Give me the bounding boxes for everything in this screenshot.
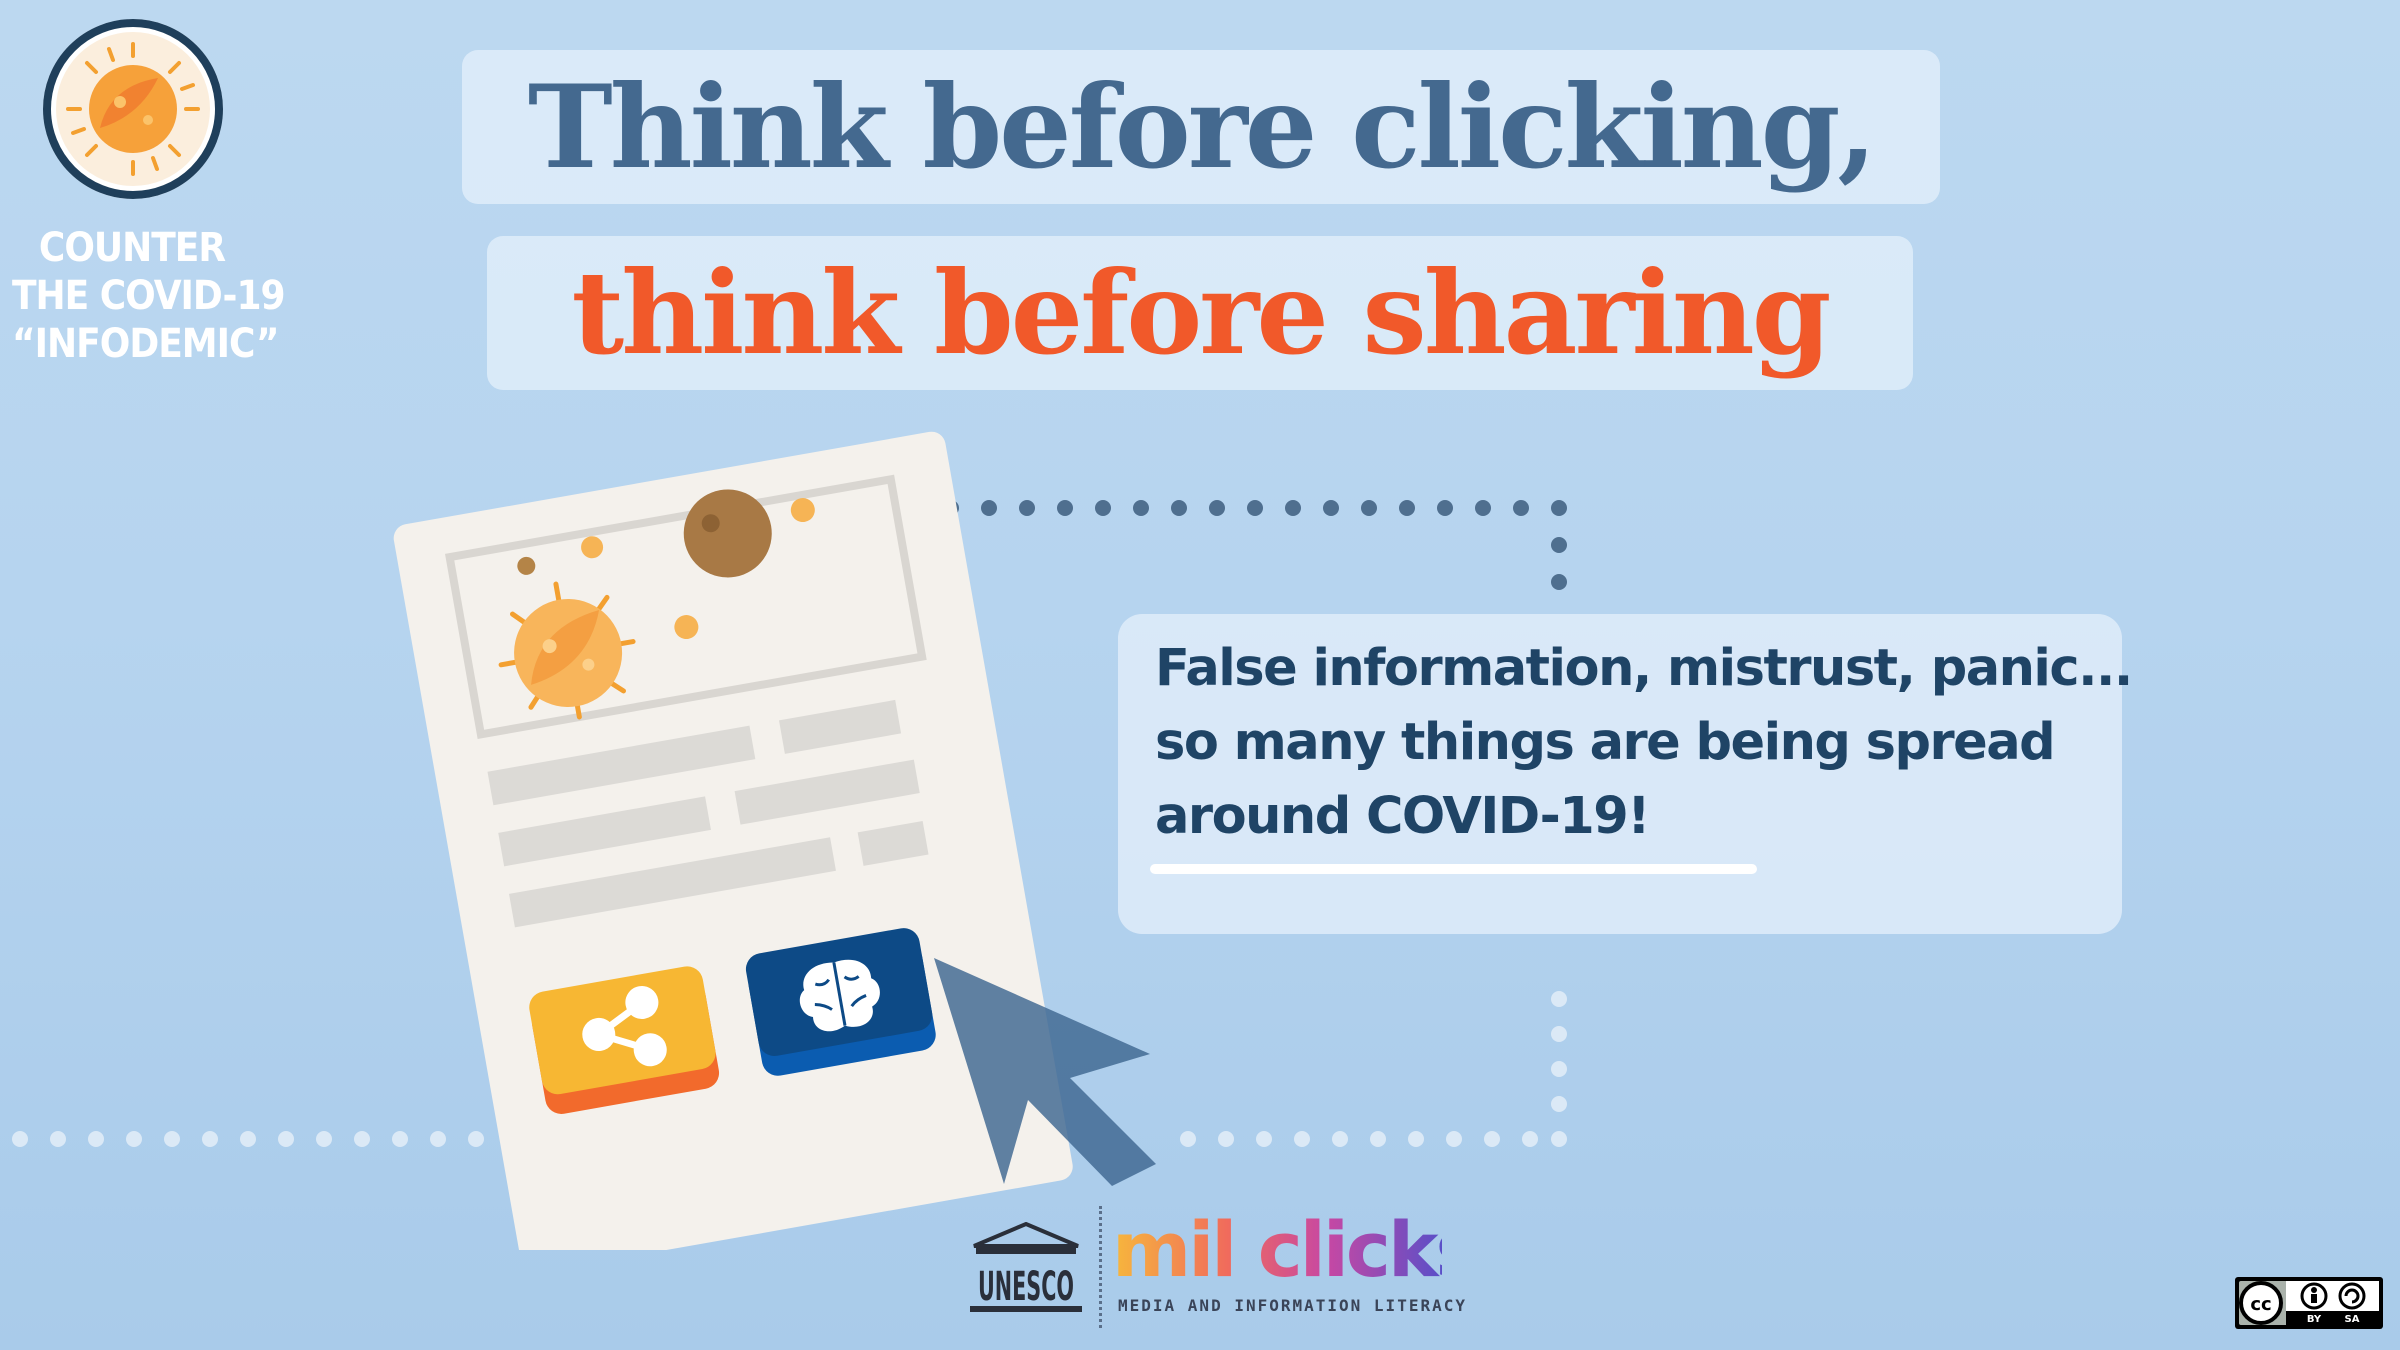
- unesco-logo: UNESCO: [970, 1222, 1082, 1312]
- message-line: so many things are being spread: [1155, 713, 2056, 772]
- infographic-canvas: COUNTER THE COVID-19 “INFODEMIC” Think b…: [0, 0, 2400, 1350]
- headline-line-1: Think before clicking,: [462, 50, 1940, 204]
- virus-icon: [43, 19, 223, 199]
- message-line: around COVID-19!: [1155, 787, 1651, 846]
- footer-divider: [1099, 1206, 1102, 1328]
- message-text: False information, mistrust, panic... so…: [1155, 632, 2133, 854]
- badge-caption-line: “INFODEMIC”: [12, 321, 280, 367]
- badge-caption: COUNTER THE COVID-19 “INFODEMIC”: [12, 224, 286, 368]
- dotted-line-bottom-right: [1180, 991, 1567, 1147]
- milclicks-wordmark: mil clicks: [1112, 1205, 1481, 1294]
- message-underline: [1150, 864, 1757, 874]
- svg-text:cc: cc: [2250, 1294, 2271, 1315]
- license-label-by: BY: [2307, 1314, 2322, 1325]
- unesco-text: UNESCO: [978, 1264, 1074, 1310]
- license-label-sa: SA: [2345, 1314, 2360, 1325]
- headline-line-2: think before sharing: [487, 236, 1913, 390]
- cursor-arrow-icon: [934, 958, 1156, 1186]
- badge-caption-line: THE COVID-19: [12, 273, 286, 319]
- milclicks-tagline: MEDIA AND INFORMATION LITERACY: [1118, 1296, 1467, 1315]
- share-alike-icon: [2338, 1282, 2366, 1310]
- badge-caption-line: COUNTER: [38, 225, 226, 271]
- cc-license-badge: cc BY SA: [2235, 1277, 2383, 1329]
- message-line: False information, mistrust, panic...: [1155, 639, 2133, 698]
